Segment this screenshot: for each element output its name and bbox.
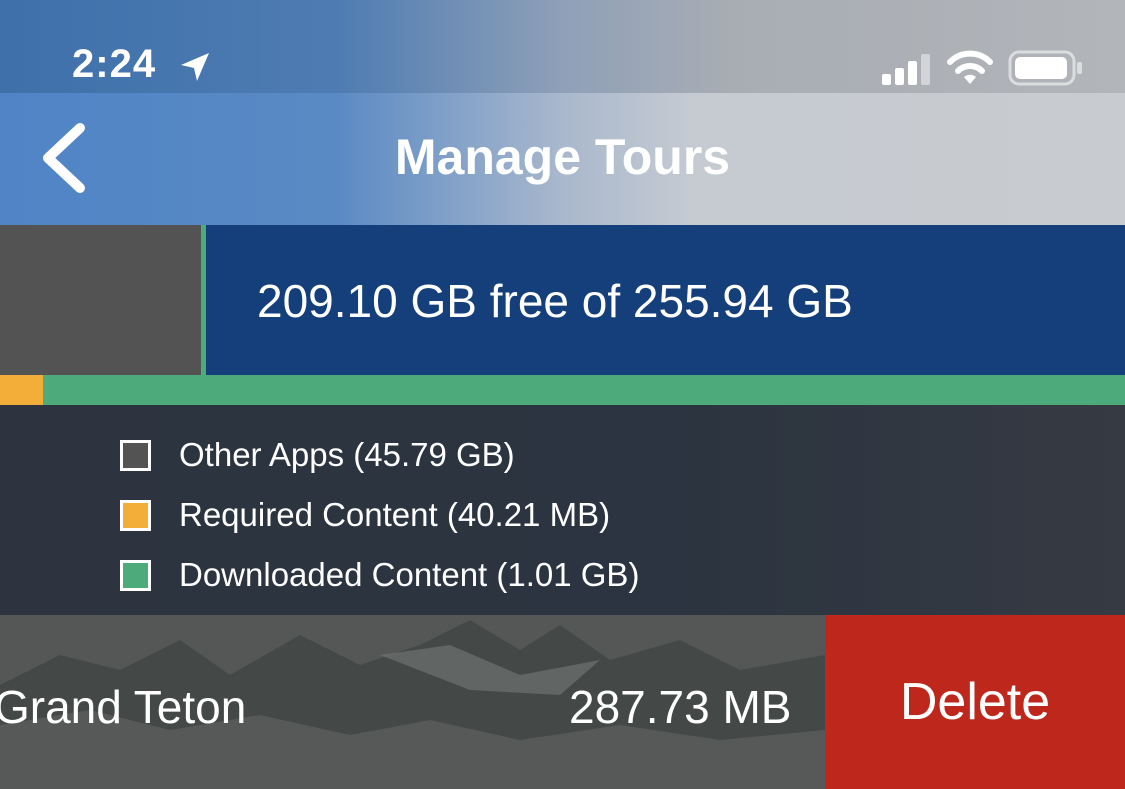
location-arrow-icon <box>181 53 209 81</box>
legend-label: Required Content (40.21 MB) <box>179 496 611 533</box>
tour-size: 287.73 MB <box>569 681 792 733</box>
legend-swatch-required-content <box>120 499 151 531</box>
tour-name: Grand Teton <box>0 681 247 733</box>
wifi-icon <box>947 50 993 84</box>
page-title: Manage Tours <box>394 129 731 185</box>
legend-swatch-other-apps <box>120 439 151 471</box>
delete-button[interactable]: Delete <box>825 615 1125 789</box>
storage-used-block <box>0 225 201 375</box>
storage-legend: Other Apps (45.79 GB) Required Content (… <box>0 405 1125 615</box>
legend-item-downloaded-content: Downloaded Content (1.01 GB) <box>120 555 639 595</box>
cellular-signal-icon <box>882 54 930 85</box>
legend-label: Other Apps (45.79 GB) <box>179 436 515 473</box>
battery-icon <box>1008 50 1082 86</box>
usage-bar <box>0 375 1125 405</box>
storage-summary: 209.10 GB free of 255.94 GB <box>257 275 853 327</box>
legend-label: Downloaded Content (1.01 GB) <box>179 556 640 593</box>
app-screen: 2:24 Manage Tours 209.10 GB free of 255.… <box>0 0 1125 789</box>
legend-item-required-content: Required Content (40.21 MB) <box>120 495 610 535</box>
legend-item-other-apps: Other Apps (45.79 GB) <box>120 435 515 475</box>
status-time: 2:24 <box>72 42 157 86</box>
legend-swatch-downloaded-content <box>120 559 151 591</box>
usage-bar-required-segment <box>0 375 43 405</box>
